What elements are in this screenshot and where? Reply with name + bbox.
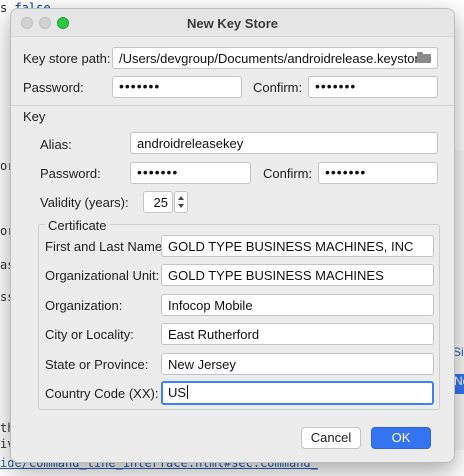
dialog-title: New Key Store (186, 16, 279, 31)
country-code-label: Country Code (XX): (45, 386, 159, 401)
key-confirm-input[interactable]: ••••••• (318, 162, 438, 184)
keystore-path-value: /Users/devgroup/Documents/androidrelease… (119, 51, 427, 66)
stepper-up-icon[interactable] (178, 196, 184, 200)
state-input[interactable]: New Jersey (161, 353, 434, 375)
state-label: State or Province: (45, 357, 149, 372)
cancel-button[interactable]: Cancel (301, 427, 361, 449)
dialog-titlebar: New Key Store (11, 9, 454, 37)
city-label: City or Locality: (45, 327, 134, 342)
city-input[interactable]: East Rutherford (161, 323, 434, 345)
key-password-input[interactable]: ••••••• (130, 162, 251, 184)
certificate-label: Certificate (45, 218, 110, 233)
country-code-input[interactable]: US (161, 381, 434, 405)
org-unit-input[interactable]: GOLD TYPE BUSINESS MACHINES (161, 264, 434, 286)
keystore-path-label: Key store path: (23, 51, 111, 66)
alias-label: Alias: (40, 137, 72, 152)
divider (11, 105, 454, 106)
organization-label: Organization: (45, 298, 123, 313)
validity-input[interactable]: 25 (143, 191, 173, 213)
org-unit-label: Organizational Unit: (45, 268, 160, 283)
first-last-name-input[interactable]: GOLD TYPE BUSINESS MACHINES, INC (161, 235, 434, 257)
keystore-path-input[interactable]: /Users/devgroup/Documents/androidrelease… (112, 47, 438, 69)
organization-input[interactable]: Infocop Mobile (161, 294, 434, 316)
store-confirm-label: Confirm: (253, 80, 303, 95)
alias-input[interactable]: androidreleasekey (130, 132, 438, 154)
validity-stepper[interactable] (174, 191, 188, 213)
text-caret (187, 385, 189, 399)
folder-icon[interactable] (417, 52, 431, 63)
validity-label: Validity (years): (40, 195, 129, 210)
ok-button[interactable]: OK (371, 427, 431, 449)
store-password-label: Password: (23, 80, 84, 95)
key-section-label: Key (23, 109, 46, 124)
first-last-name-label: First and Last Name: (45, 239, 166, 254)
country-code-value: US (168, 385, 187, 400)
stepper-down-icon[interactable] (178, 204, 184, 208)
key-password-label: Password: (40, 166, 101, 181)
store-password-input[interactable]: ••••••• (112, 76, 242, 98)
new-key-store-dialog: New Key Store Key store path: /Users/dev… (10, 8, 455, 463)
store-confirm-input[interactable]: ••••••• (308, 76, 438, 98)
key-confirm-label: Confirm: (263, 166, 313, 181)
